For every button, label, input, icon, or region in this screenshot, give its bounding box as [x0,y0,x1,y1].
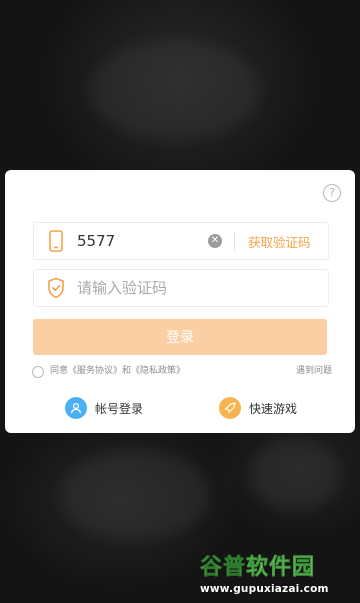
watermark-name-part1: 谷普 [200,555,247,581]
get-code-button[interactable]: 获取验证码 [248,232,311,251]
agreement-row: 同意《服务协议》和《隐私政策》 遇到问题 [32,365,332,379]
terms-link[interactable]: 《服务协议》 [68,366,122,376]
field-divider [234,231,235,251]
shield-check-icon [48,277,64,299]
agree-prefix: 同意 [50,366,69,376]
account-login-label: 帐号登录 [95,401,144,416]
agree-radio[interactable] [32,366,44,378]
agree-and: 和 [122,366,132,376]
watermark-name-part2: 软件园 [246,555,316,581]
rocket-icon [219,397,241,419]
help-icon[interactable]: ? [323,184,341,202]
watermark-title: 谷普 软件园 [200,551,354,581]
quick-game-label: 快速游戏 [249,401,298,416]
phone-icon [49,230,63,252]
code-input[interactable] [77,276,297,300]
privacy-link[interactable]: 《隐私政策》 [131,366,185,376]
trouble-link[interactable]: 遇到问题 [296,365,332,377]
user-icon [65,397,87,419]
quick-game-button[interactable]: 快速游戏 [219,397,297,419]
login-dialog: ? ✕ 获取验证码 登录 同意《服务协议》和《隐私政策》 遇到问题 [5,170,355,433]
account-login-button[interactable]: 帐号登录 [65,397,143,419]
phone-field: ✕ 获取验证码 [33,222,329,260]
login-button[interactable]: 登录 [33,319,327,355]
site-watermark: 谷普 软件园 www.gupuxiazai.com [194,547,360,603]
clear-icon[interactable]: ✕ [208,234,222,248]
watermark-url: www.gupuxiazai.com [200,583,329,595]
phone-input[interactable] [77,229,197,253]
agreement-text: 同意《服务协议》和《隐私政策》 [50,365,185,377]
code-field [33,269,329,307]
